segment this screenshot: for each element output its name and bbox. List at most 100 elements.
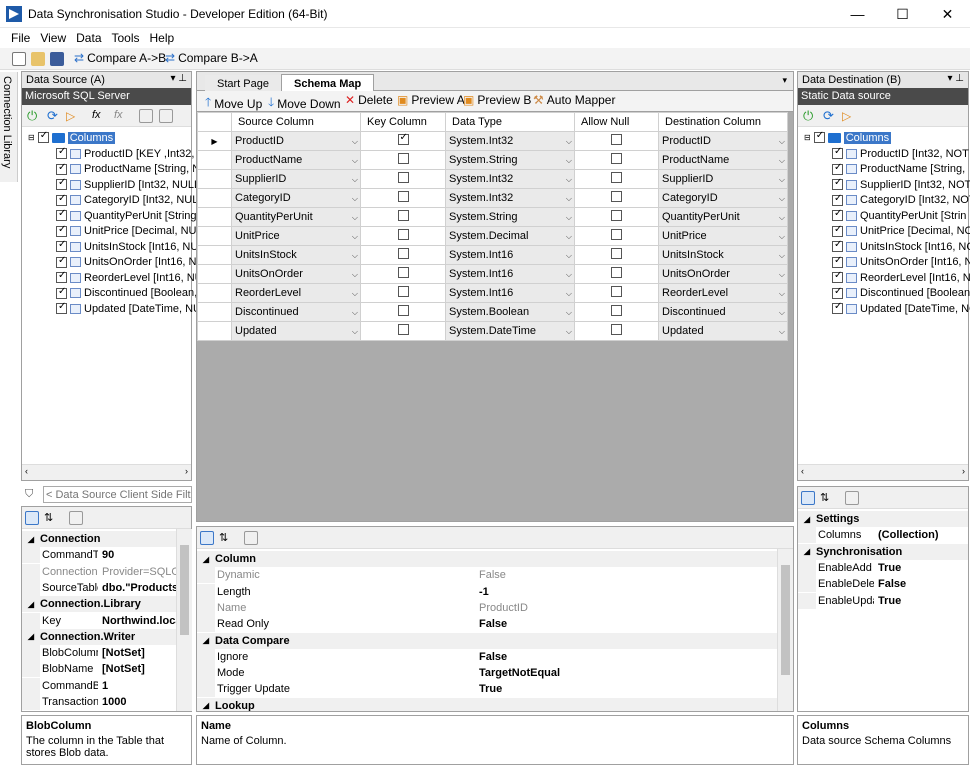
checkbox[interactable] xyxy=(813,130,825,143)
menu-file[interactable]: File xyxy=(6,28,35,48)
allow-null-checkbox[interactable] xyxy=(611,134,622,145)
source-column-cell[interactable]: UnitsOnOrder ⌵ xyxy=(231,264,361,284)
table-row[interactable]: UnitsOnOrder ⌵ System.Int16 ⌵ UnitsOnOrder ⌵ xyxy=(197,264,788,284)
allow-null-cell[interactable] xyxy=(574,283,659,303)
key-column-cell[interactable] xyxy=(360,226,446,246)
collapse-icon[interactable]: ◢ xyxy=(22,632,40,641)
property-value[interactable]: [NotSet] xyxy=(98,663,145,675)
checkbox[interactable] xyxy=(56,286,67,299)
refresh-icon[interactable]: ⟳ xyxy=(823,109,837,123)
allow-null-checkbox[interactable] xyxy=(611,286,622,297)
chevron-down-icon[interactable]: ⌵ xyxy=(566,213,572,223)
property-value[interactable]: dbo."Products" xyxy=(98,582,183,594)
checkbox[interactable] xyxy=(56,301,67,314)
property-category[interactable]: ◢ Connection xyxy=(22,531,191,547)
checkbox[interactable] xyxy=(832,255,843,268)
collapse-icon[interactable]: ◢ xyxy=(197,701,215,710)
destination-column-cell[interactable]: SupplierID ⌵ xyxy=(658,169,788,189)
tree-item[interactable]: Updated [DateTime, NU xyxy=(56,301,201,316)
table-row[interactable]: UnitsInStock ⌵ System.Int16 ⌵ UnitsInStock ⌵ xyxy=(197,245,788,265)
property-value[interactable]: [NotSet] xyxy=(98,647,145,659)
row-header[interactable] xyxy=(197,150,232,170)
pin-icon[interactable]: ▾ ⊥ xyxy=(947,73,964,84)
refresh-icon[interactable]: ⟳ xyxy=(47,109,61,123)
chevron-down-icon[interactable]: ⌵ xyxy=(566,308,572,318)
function-remove-icon[interactable]: fx xyxy=(114,109,128,123)
row-header[interactable] xyxy=(197,245,232,265)
property-row[interactable]: Key Northwind.loca xyxy=(22,612,191,629)
key-checkbox[interactable] xyxy=(397,267,409,278)
table-row[interactable]: ProductName ⌵ System.String ⌵ ProductName ⌵ xyxy=(197,150,788,170)
checkbox[interactable] xyxy=(832,301,843,314)
chevron-down-icon[interactable]: ⌵ xyxy=(566,137,572,147)
close-button[interactable]: ✕ xyxy=(925,0,970,28)
allow-null-cell[interactable] xyxy=(574,131,659,151)
menu-view[interactable]: View xyxy=(35,28,71,48)
preview-a-button[interactable]: ▣ Preview A xyxy=(397,93,465,107)
chevron-down-icon[interactable]: ⌵ xyxy=(352,213,358,223)
key-checkbox[interactable] xyxy=(397,191,409,202)
property-value[interactable]: Northwind.loca xyxy=(98,615,181,627)
key-column-cell[interactable] xyxy=(360,169,446,189)
preview-b-button[interactable]: ▣ Preview B xyxy=(463,93,531,107)
tree-item[interactable]: ProductID [KEY ,Int32, N xyxy=(56,146,205,161)
maximize-button[interactable]: ☐ xyxy=(880,0,925,28)
allow-null-cell[interactable] xyxy=(574,207,659,227)
chevron-down-icon[interactable]: ⌵ xyxy=(779,194,785,204)
destination-column-cell[interactable]: Updated ⌵ xyxy=(658,321,788,341)
property-row[interactable]: SourceTable dbo."Products" xyxy=(22,579,191,596)
allow-null-checkbox[interactable] xyxy=(611,248,622,259)
pin-icon[interactable]: ▾ ⊥ xyxy=(170,73,187,84)
tree-item[interactable]: ProductID [Int32, NOT xyxy=(832,146,969,161)
vertical-scrollbar[interactable] xyxy=(176,529,192,711)
data-type-cell[interactable]: System.Boolean ⌵ xyxy=(445,302,575,322)
property-row[interactable]: Mode TargetNotEqual xyxy=(197,665,793,682)
allow-null-checkbox[interactable] xyxy=(611,324,622,335)
col-header-destination[interactable]: Destination Column xyxy=(658,112,788,132)
col-header-null[interactable]: Allow Null xyxy=(574,112,659,132)
property-category[interactable]: ◢ Data Compare xyxy=(197,632,793,649)
open-icon[interactable] xyxy=(31,52,45,66)
col-header-key[interactable]: Key Column xyxy=(360,112,446,132)
tree-root[interactable]: ⊟ Columns xyxy=(28,130,116,145)
sort-alpha-icon[interactable]: ⇅ xyxy=(44,511,58,525)
property-value[interactable]: Provider=SQLOL xyxy=(98,566,186,578)
data-type-cell[interactable]: System.Int32 ⌵ xyxy=(445,131,575,151)
menu-tools[interactable]: Tools xyxy=(107,28,145,48)
key-checkbox[interactable] xyxy=(397,286,409,297)
sort-alpha-icon[interactable]: ⇅ xyxy=(219,531,233,545)
allow-null-cell[interactable] xyxy=(574,226,659,246)
tree-item[interactable]: ProductName [String, N xyxy=(56,162,200,177)
collapse-icon[interactable]: ◢ xyxy=(22,600,40,609)
row-header[interactable] xyxy=(197,302,232,322)
table-row[interactable]: Updated ⌵ System.DateTime ⌵ Updated ⌵ xyxy=(197,321,788,341)
chevron-down-icon[interactable]: ⌵ xyxy=(352,156,358,166)
chevron-down-icon[interactable]: ⌵ xyxy=(779,251,785,261)
checkbox[interactable] xyxy=(832,177,843,190)
property-value[interactable]: True xyxy=(874,595,901,607)
key-column-cell[interactable] xyxy=(360,283,446,303)
property-value[interactable]: 1 xyxy=(98,680,108,692)
collapse-icon[interactable]: ◢ xyxy=(798,515,816,524)
checkbox[interactable] xyxy=(832,146,843,159)
play-icon[interactable]: ▷ xyxy=(66,109,80,123)
property-pages-icon[interactable] xyxy=(69,511,83,525)
tree-item[interactable]: Discontinued [Boolean, xyxy=(832,286,970,301)
minimize-button[interactable]: — xyxy=(835,0,880,28)
table-row[interactable]: Discontinued ⌵ System.Boolean ⌵ Discontinued… xyxy=(197,302,788,322)
property-category[interactable]: ◢ Synchronisation xyxy=(798,543,968,560)
destination-column-cell[interactable]: Discontinued ⌵ xyxy=(658,302,788,322)
property-value[interactable]: True xyxy=(874,562,901,574)
data-type-cell[interactable]: System.Int16 ⌵ xyxy=(445,245,575,265)
tree-item[interactable]: QuantityPerUnit [String xyxy=(56,208,197,223)
allow-null-cell[interactable] xyxy=(574,150,659,170)
tree-item[interactable]: UnitPrice [Decimal, NC xyxy=(832,224,970,239)
tree-item[interactable]: ReorderLevel [Int16, NU xyxy=(56,270,203,285)
collapse-icon[interactable]: ◢ xyxy=(197,636,215,645)
allow-null-checkbox[interactable] xyxy=(611,305,622,316)
tree-item[interactable]: CategoryID [Int32, NOT xyxy=(832,193,970,208)
chevron-down-icon[interactable]: ⌵ xyxy=(566,270,572,280)
source-column-cell[interactable]: Discontinued ⌵ xyxy=(231,302,361,322)
chevron-down-icon[interactable]: ⌵ xyxy=(779,156,785,166)
checkbox[interactable] xyxy=(832,224,843,237)
